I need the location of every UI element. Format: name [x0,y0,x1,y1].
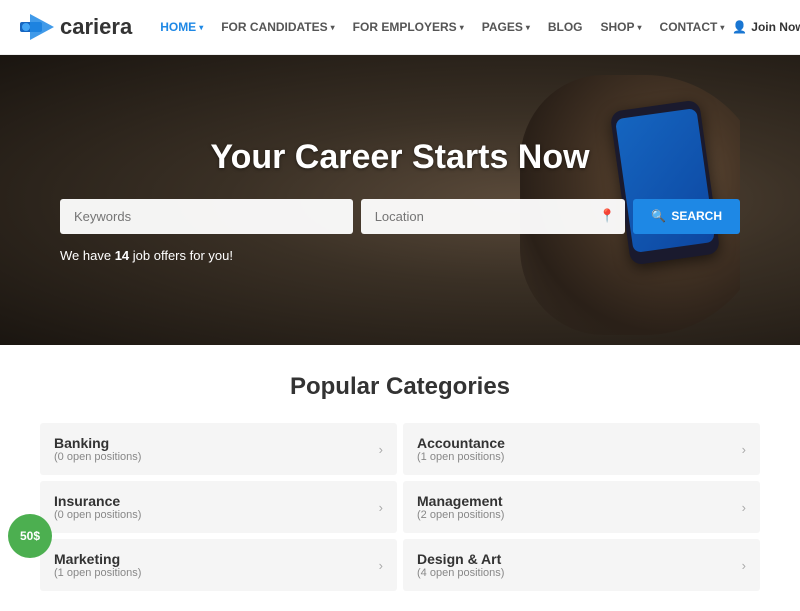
chevron-down-icon: ▾ [460,23,464,32]
floating-price-badge[interactable]: 50$ [8,514,52,558]
location-wrap: 📍 [361,199,626,234]
nav-item-shop[interactable]: SHOP ▾ [593,14,650,40]
join-now-button[interactable]: 👤 Join Now [732,20,800,34]
cat-name: Management [417,493,504,509]
category-item[interactable]: Banking (0 open positions) › [40,423,397,475]
cat-name: Insurance [54,493,141,509]
cat-arrow-icon: › [742,500,746,515]
nav-item-contact[interactable]: CONTACT ▾ [652,14,733,40]
cat-arrow-icon: › [379,442,383,457]
nav-menu: HOME ▾ FOR CANDIDATES ▾ FOR EMPLOYERS ▾ … [152,14,732,40]
nav-item-home[interactable]: HOME ▾ [152,14,211,40]
location-pin-icon: 📍 [599,208,615,224]
cat-count: (2 open positions) [417,509,504,521]
cat-name: Banking [54,435,141,451]
category-item[interactable]: Design & Art (4 open positions) › [403,539,760,591]
cat-name: Marketing [54,551,141,567]
nav-item-for-candidates[interactable]: FOR CANDIDATES ▾ [213,14,342,40]
cat-text: Marketing (1 open positions) [54,551,141,579]
location-input[interactable] [361,199,626,234]
navbar: cariera HOME ▾ FOR CANDIDATES ▾ FOR EMPL… [0,0,800,55]
category-item[interactable]: Insurance (0 open positions) › [40,481,397,533]
cat-count: (0 open positions) [54,509,141,521]
user-icon: 👤 [732,20,747,34]
keywords-input[interactable] [60,199,353,234]
category-item[interactable]: Accountance (1 open positions) › [403,423,760,475]
search-bar: 📍 🔍 SEARCH [60,199,740,234]
cat-count: (1 open positions) [417,451,505,463]
chevron-down-icon: ▾ [199,23,203,32]
search-button[interactable]: 🔍 SEARCH [633,199,740,234]
logo-icon [20,14,54,40]
chevron-down-icon: ▾ [720,23,724,32]
cat-text: Insurance (0 open positions) [54,493,141,521]
hero-section: Your Career Starts Now 📍 🔍 SEARCH We hav… [0,55,800,345]
category-item[interactable]: Management (2 open positions) › [403,481,760,533]
logo-text: cariera [60,14,132,40]
cat-arrow-icon: › [379,558,383,573]
chevron-down-icon: ▾ [638,23,642,32]
hero-content: Your Career Starts Now 📍 🔍 SEARCH We hav… [0,138,800,263]
cat-text: Accountance (1 open positions) [417,435,505,463]
categories-grid: Banking (0 open positions) › Accountance… [40,423,760,591]
cat-text: Banking (0 open positions) [54,435,141,463]
cat-text: Management (2 open positions) [417,493,504,521]
cat-arrow-icon: › [742,442,746,457]
nav-item-pages[interactable]: PAGES ▾ [474,14,538,40]
logo[interactable]: cariera [20,14,132,40]
cat-arrow-icon: › [379,500,383,515]
cat-arrow-icon: › [742,558,746,573]
cat-count: (0 open positions) [54,451,141,463]
categories-section: Popular Categories Banking (0 open posit… [0,345,800,611]
cat-name: Design & Art [417,551,504,567]
cat-text: Design & Art (4 open positions) [417,551,504,579]
hero-title: Your Career Starts Now [40,138,760,177]
category-item[interactable]: Marketing (1 open positions) › [40,539,397,591]
chevron-down-icon: ▾ [526,23,530,32]
categories-title: Popular Categories [40,373,760,401]
nav-item-blog[interactable]: BLOG [540,14,591,40]
chevron-down-icon: ▾ [331,23,335,32]
nav-item-for-employers[interactable]: FOR EMPLOYERS ▾ [345,14,472,40]
cat-name: Accountance [417,435,505,451]
search-icon: 🔍 [651,209,666,223]
hero-subtitle: We have 14 job offers for you! [60,248,740,263]
cat-count: (4 open positions) [417,567,504,579]
nav-right: 👤 Join Now 🛒 0 [732,15,800,39]
cat-count: (1 open positions) [54,567,141,579]
